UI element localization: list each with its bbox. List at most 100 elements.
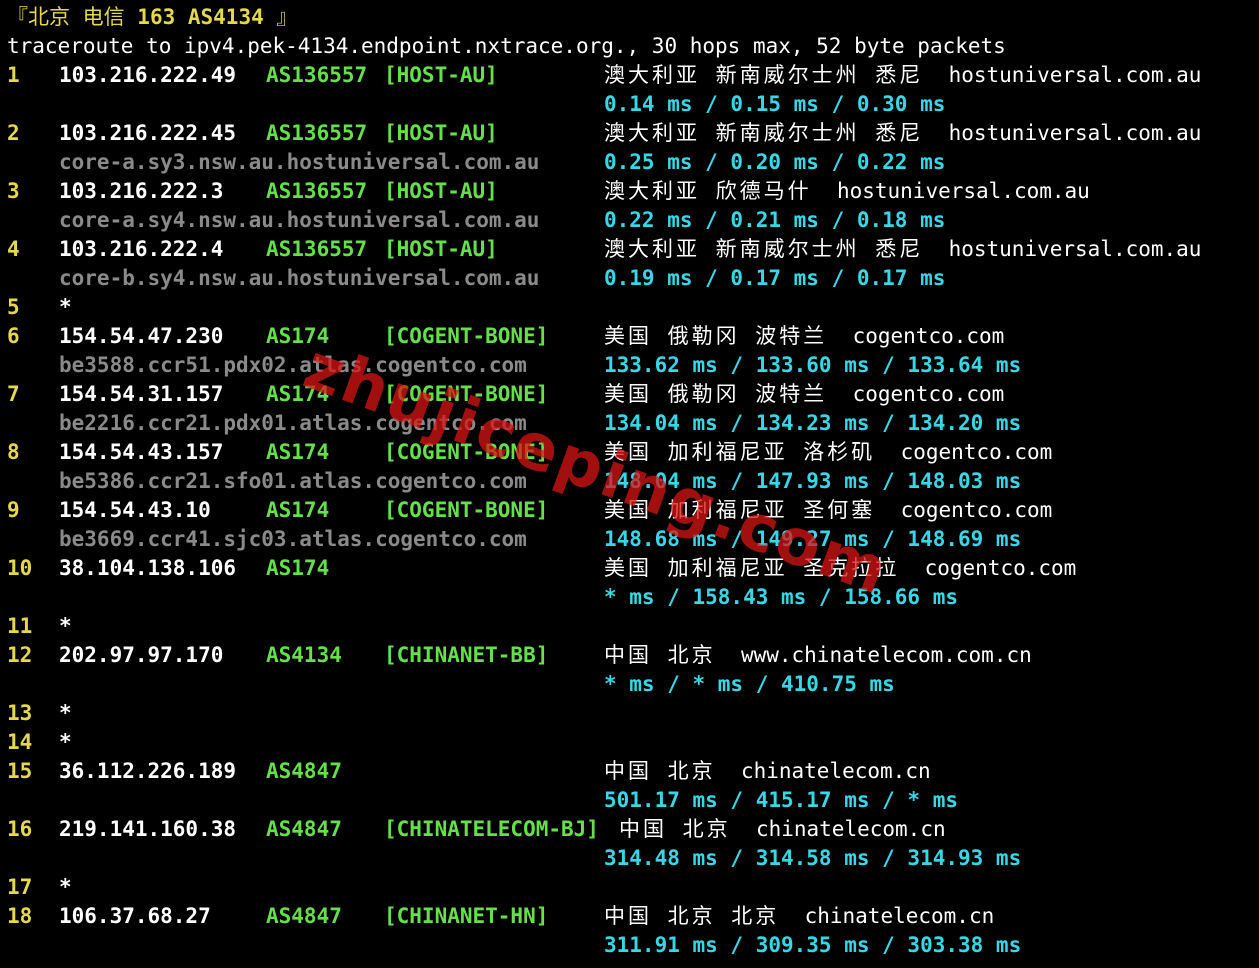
- hop-timeout: *: [59, 730, 72, 754]
- hop-number: 16: [7, 817, 33, 841]
- hop-location-group: 中国 北京 北京 chinatelecom.cn: [604, 902, 994, 931]
- hop-ptr-hostname: core-a.sy3.nsw.au.hostuniversal.com.au: [59, 150, 540, 174]
- hop-asn: AS4847: [266, 759, 342, 783]
- title-close: 』: [263, 5, 298, 29]
- hop-row: 17 *: [7, 873, 1259, 902]
- hop-asn: AS174: [266, 324, 330, 348]
- hop-tag: [CHINANET-BB]: [384, 643, 549, 667]
- hop-ptr-hostname: be5386.ccr21.sfo01.atlas.cogentco.com: [59, 469, 527, 493]
- hop-domain: hostuniversal.com.au: [948, 121, 1202, 145]
- hop-location: 中国 北京: [604, 643, 716, 667]
- hop-number: 4: [7, 237, 20, 261]
- hop-domain: cogentco.com: [900, 498, 1053, 522]
- hop-location-group: 中国 北京 chinatelecom.cn: [604, 757, 931, 786]
- hop-ip: 154.54.31.157: [59, 382, 224, 406]
- hop-domain: www.chinatelecom.com.cn: [740, 643, 1032, 667]
- hop-number: 17: [7, 875, 33, 899]
- hop-location: 美国 加利福尼亚 圣何塞: [604, 498, 876, 522]
- hop-ip: 154.54.47.230: [59, 324, 224, 348]
- hop-location-group: 美国 加利福尼亚 圣何塞 cogentco.com: [604, 496, 1052, 525]
- title-isp: 163 AS4134: [137, 5, 264, 29]
- hop-ip: 106.37.68.27: [59, 904, 211, 928]
- hop-number: 12: [7, 643, 33, 667]
- hop-tag: [COGENT-BONE]: [384, 324, 549, 348]
- hop-location-group: 美国 加利福尼亚 洛杉矶 cogentco.com: [604, 438, 1052, 467]
- hop-rtt: 311.91 ms / 309.35 ms / 303.38 ms: [604, 933, 1022, 957]
- hop-domain: chinatelecom.cn: [740, 759, 931, 783]
- hop-tag: [CHINATELECOM-BJ]: [384, 817, 599, 841]
- hop-location: 澳大利亚 欣德马什: [604, 179, 812, 203]
- hop-domain: hostuniversal.com.au: [948, 237, 1202, 261]
- hop-detail-row: be3588.ccr51.pdx02.atlas.cogentco.com 133…: [7, 351, 1259, 380]
- hop-detail-row: core-a.sy4.nsw.au.hostuniversal.com.au 0.…: [7, 206, 1259, 235]
- hop-rtt: 148.68 ms / 149.27 ms / 148.69 ms: [604, 527, 1022, 551]
- hop-rtt: 314.48 ms / 314.58 ms / 314.93 ms: [604, 846, 1022, 870]
- hop-tag: [HOST-AU]: [384, 121, 498, 145]
- hop-rtt: * ms / 158.43 ms / 158.66 ms: [604, 585, 959, 609]
- hop-number: 18: [7, 904, 33, 928]
- terminal-window[interactable]: 『北京 电信 163 AS4134 』 traceroute to ipv4.p…: [0, 0, 1259, 968]
- hop-asn: AS136557: [266, 63, 368, 87]
- hop-ptr-hostname: be3588.ccr51.pdx02.atlas.cogentco.com: [59, 353, 527, 377]
- hop-ip: 154.54.43.157: [59, 440, 224, 464]
- hop-detail-row: 311.91 ms / 309.35 ms / 303.38 ms: [7, 931, 1259, 960]
- hop-location-group: 中国 北京 www.chinatelecom.com.cn: [604, 641, 1032, 670]
- hop-ip: 38.104.138.106: [59, 556, 237, 580]
- hop-rtt: 0.14 ms / 0.15 ms / 0.30 ms: [604, 92, 946, 116]
- hop-tag: [HOST-AU]: [384, 63, 498, 87]
- hop-number: 14: [7, 730, 33, 754]
- hop-number: 3: [7, 179, 20, 203]
- hop-timeout: *: [59, 295, 72, 319]
- hop-number: 15: [7, 759, 33, 783]
- hop-detail-row: be2216.ccr21.pdx01.atlas.cogentco.com 134…: [7, 409, 1259, 438]
- hop-location-group: 澳大利亚 新南威尔士州 悉尼 hostuniversal.com.au: [604, 61, 1201, 90]
- hop-number: 7: [7, 382, 20, 406]
- hop-detail-row: * ms / 158.43 ms / 158.66 ms: [7, 583, 1259, 612]
- hop-rtt: 133.62 ms / 133.60 ms / 133.64 ms: [604, 353, 1022, 377]
- hop-ip: 36.112.226.189: [59, 759, 237, 783]
- hop-ptr-hostname: be3669.ccr41.sjc03.atlas.cogentco.com: [59, 527, 527, 551]
- hop-location-group: 中国 北京 chinatelecom.cn: [619, 815, 946, 844]
- hop-location: 澳大利亚 新南威尔士州 悉尼: [604, 121, 924, 145]
- hop-domain: cogentco.com: [852, 324, 1005, 348]
- hop-row: 4 103.216.222.4 AS136557 [HOST-AU] 澳大利亚 新南威尔…: [7, 235, 1259, 264]
- hop-asn: AS4134: [266, 643, 342, 667]
- hop-rtt: 0.19 ms / 0.17 ms / 0.17 ms: [604, 266, 946, 290]
- hop-tag: [COGENT-BONE]: [384, 498, 549, 522]
- hop-detail-row: core-a.sy3.nsw.au.hostuniversal.com.au 0.…: [7, 148, 1259, 177]
- hop-ip: 103.216.222.49: [59, 63, 237, 87]
- hop-location-group: 澳大利亚 新南威尔士州 悉尼 hostuniversal.com.au: [604, 235, 1201, 264]
- hop-number: 8: [7, 440, 20, 464]
- hop-ip: 154.54.43.10: [59, 498, 211, 522]
- hop-ip: 103.216.222.45: [59, 121, 237, 145]
- hop-location-group: 美国 加利福尼亚 圣克拉拉 cogentco.com: [604, 554, 1076, 583]
- hop-asn: AS174: [266, 382, 330, 406]
- hop-rtt: 0.25 ms / 0.20 ms / 0.22 ms: [604, 150, 946, 174]
- hop-tag: [HOST-AU]: [384, 237, 498, 261]
- hop-domain: cogentco.com: [852, 382, 1005, 406]
- hop-row: 13 *: [7, 699, 1259, 728]
- hop-domain: hostuniversal.com.au: [948, 63, 1202, 87]
- hop-ip: 202.97.97.170: [59, 643, 224, 667]
- hop-row: 16 219.141.160.38 AS4847 [CHINATELECOM-BJ] 中…: [7, 815, 1259, 844]
- hop-ip: 103.216.222.4: [59, 237, 224, 261]
- hop-rtt: 148.04 ms / 147.93 ms / 148.03 ms: [604, 469, 1022, 493]
- hop-number: 5: [7, 295, 20, 319]
- hop-rtt: * ms / * ms / 410.75 ms: [604, 672, 895, 696]
- hop-tag: [CHINANET-HN]: [384, 904, 549, 928]
- hop-timeout: *: [59, 875, 72, 899]
- hop-domain: cogentco.com: [924, 556, 1077, 580]
- hop-ptr-hostname: be2216.ccr21.pdx01.atlas.cogentco.com: [59, 411, 527, 435]
- hop-location-group: 澳大利亚 新南威尔士州 悉尼 hostuniversal.com.au: [604, 119, 1201, 148]
